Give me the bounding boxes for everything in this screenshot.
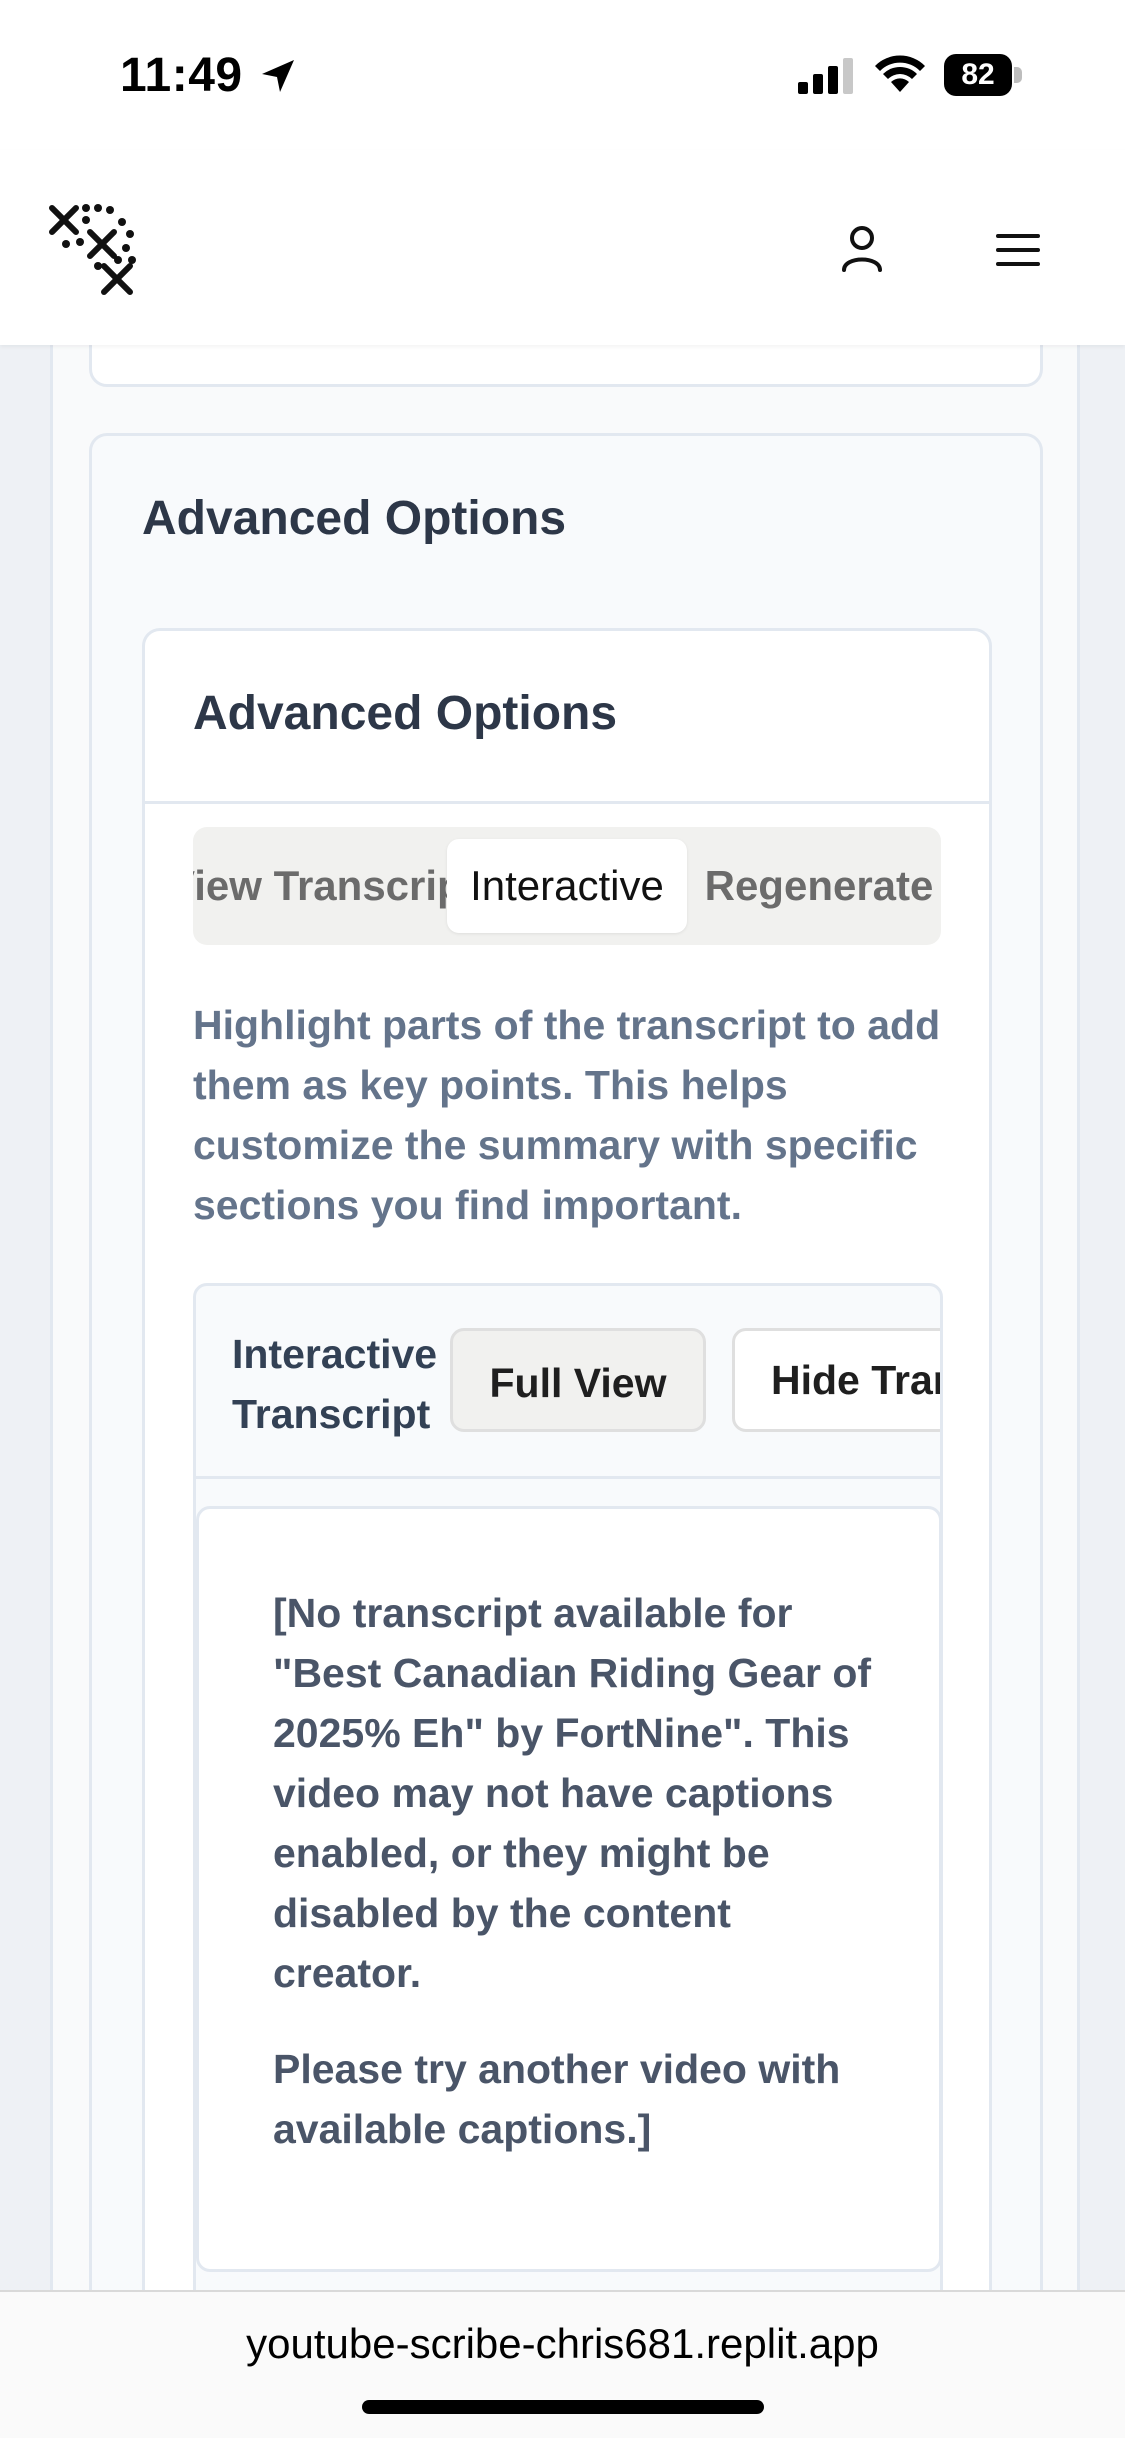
tab-view-transcript[interactable]: View Transcript	[193, 827, 447, 945]
advanced-options-card: Advanced Options View Transcript Interac…	[142, 628, 992, 2290]
card-title: Advanced Options	[193, 687, 618, 740]
transcript-label-text: Interactive Transcript	[232, 1331, 438, 1437]
main-panel: Advanced Options Advanced Options View T…	[50, 345, 1080, 2290]
transcript-suggestion: Please try another video with available …	[273, 2046, 841, 2152]
browser-address-bar[interactable]: youtube-scribe-chris681.replit.app	[0, 2290, 1125, 2438]
url-text[interactable]: youtube-scribe-chris681.replit.app	[0, 2320, 1125, 2368]
battery-level: 82	[961, 58, 995, 91]
options-tabs: View Transcript Interactive Regenerate	[193, 827, 941, 945]
status-time: 11:49	[120, 49, 243, 102]
previous-card	[89, 345, 1043, 387]
interactive-description: Highlight parts of the transcript to add…	[193, 1002, 941, 1228]
wifi-icon	[875, 55, 925, 92]
hamburger-menu-icon[interactable]	[990, 222, 1046, 278]
card-header: Advanced Options	[145, 631, 989, 804]
status-bar: 11:49 82	[0, 0, 1125, 150]
hide-transcript-button[interactable]: Hide Transcript	[732, 1328, 940, 1432]
app-logo-icon[interactable]	[46, 200, 146, 300]
advanced-options-section: Advanced Options Advanced Options View T…	[89, 433, 1043, 2290]
battery-indicator: 82	[944, 54, 1024, 96]
location-arrow-icon	[262, 60, 294, 92]
transcript-content[interactable]: [No transcript available for "Best Canad…	[196, 1506, 940, 2272]
user-icon[interactable]	[834, 220, 890, 276]
app-header	[0, 150, 1125, 345]
transcript-message: [No transcript available for "Best Canad…	[273, 1590, 872, 1996]
home-indicator	[362, 2400, 764, 2414]
page-content: Advanced Options Advanced Options View T…	[0, 345, 1125, 2290]
interactive-transcript-panel: Interactive Transcript Full View Hide Tr…	[193, 1283, 943, 2290]
battery-cap	[1014, 67, 1022, 83]
tab-interactive[interactable]: Interactive	[447, 839, 687, 933]
cellular-signal-icon	[798, 58, 853, 94]
tab-regenerate[interactable]: Regenerate	[697, 827, 941, 945]
advanced-options-heading: Advanced Options	[142, 492, 567, 545]
full-view-button[interactable]: Full View	[450, 1328, 706, 1432]
transcript-header: Interactive Transcript Full View Hide Tr…	[196, 1286, 940, 1479]
transcript-label: Interactive Transcript	[232, 1324, 462, 1444]
